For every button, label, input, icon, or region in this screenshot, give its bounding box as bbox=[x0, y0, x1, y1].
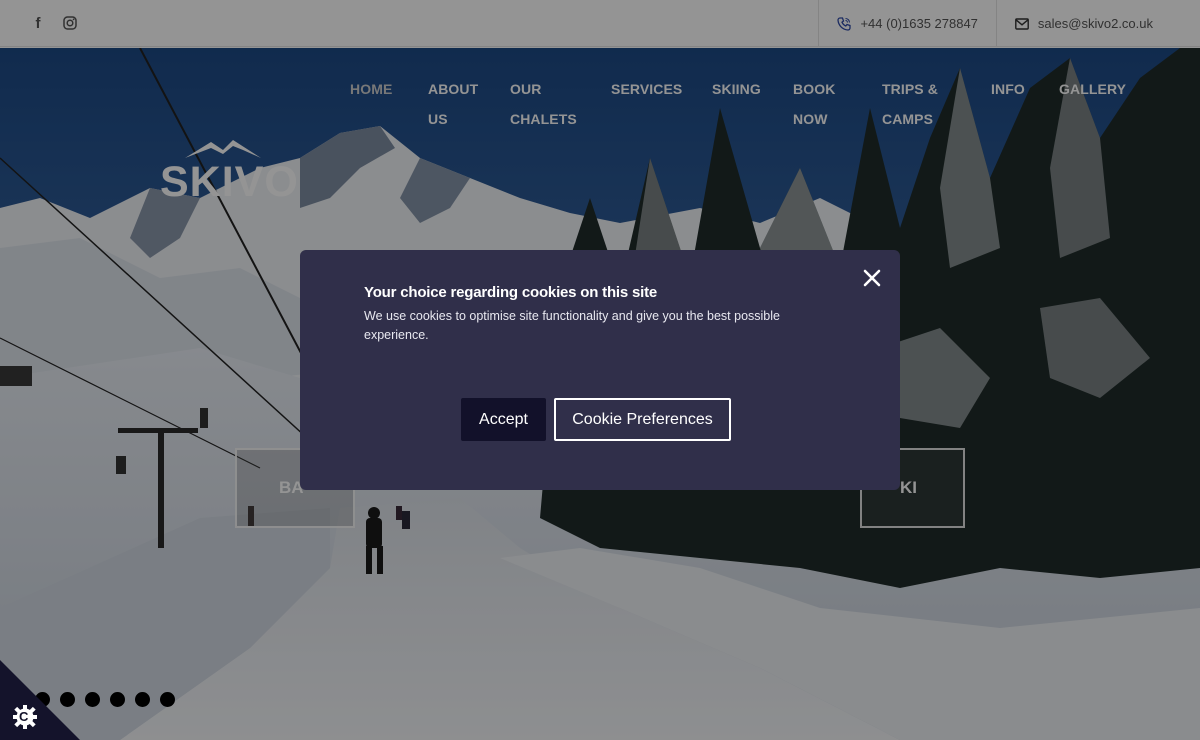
cookie-settings-tab[interactable]: C bbox=[0, 660, 80, 740]
cookie-preferences-button[interactable]: Cookie Preferences bbox=[554, 398, 731, 441]
close-icon[interactable] bbox=[862, 268, 882, 288]
cookie-modal-title: Your choice regarding cookies on this si… bbox=[364, 284, 658, 301]
accept-cookies-button[interactable]: Accept bbox=[461, 398, 546, 441]
cookie-consent-modal: Your choice regarding cookies on this si… bbox=[300, 250, 900, 490]
cookie-tab-glyph: C bbox=[19, 709, 29, 724]
cookie-modal-text: We use cookies to optimise site function… bbox=[364, 309, 780, 342]
